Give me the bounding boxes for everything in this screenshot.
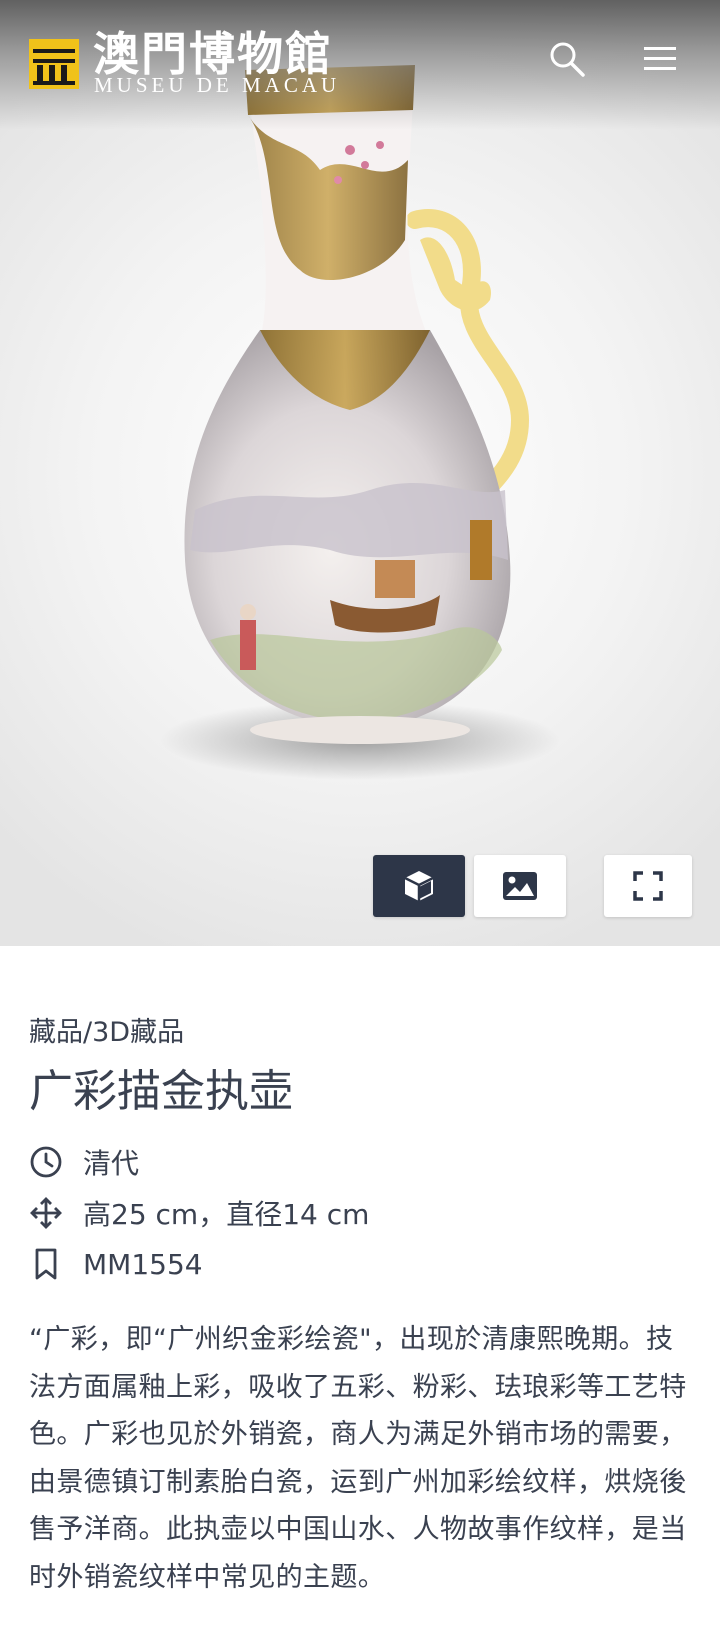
- cube-icon: [404, 871, 434, 901]
- view-3d-button[interactable]: [373, 855, 465, 917]
- menu-icon[interactable]: [642, 42, 678, 76]
- move-arrows-icon: [30, 1197, 62, 1229]
- logo-subtitle: MUSEU DE MACAU: [94, 73, 341, 97]
- search-icon[interactable]: [548, 40, 586, 78]
- museum-logo-icon[interactable]: [29, 39, 79, 89]
- item-description: “广彩，即“广州织金彩绘瓷"，出现於清康熙晚期。技法方面属釉上彩，吸收了五彩、粉…: [29, 1324, 687, 1593]
- bookmark-icon: [35, 1248, 57, 1280]
- 3d-viewer[interactable]: 澳門博物館 MUSEU DE MACAU: [0, 0, 720, 946]
- catalog-id-text: MM1554: [83, 1247, 203, 1281]
- fullscreen-icon: [633, 871, 663, 901]
- site-header: 澳門博物館 MUSEU DE MACAU: [0, 0, 720, 130]
- period-text: 清代: [83, 1147, 140, 1180]
- dimensions-row: 高25 cm，直径14 cm: [29, 1193, 369, 1233]
- dimensions-text: 高25 cm，直径14 cm: [83, 1198, 370, 1231]
- period-row: 清代: [29, 1142, 139, 1182]
- clock-icon: [30, 1146, 62, 1178]
- vase-model[interactable]: [150, 40, 570, 780]
- view-image-button[interactable]: [474, 855, 566, 917]
- breadcrumb[interactable]: 藏品/3D藏品: [29, 1010, 184, 1049]
- page-title: 广彩描金执壶: [29, 1066, 293, 1117]
- image-icon: [503, 872, 537, 900]
- fullscreen-button[interactable]: [604, 855, 692, 917]
- catalog-id-row: MM1554: [29, 1244, 203, 1284]
